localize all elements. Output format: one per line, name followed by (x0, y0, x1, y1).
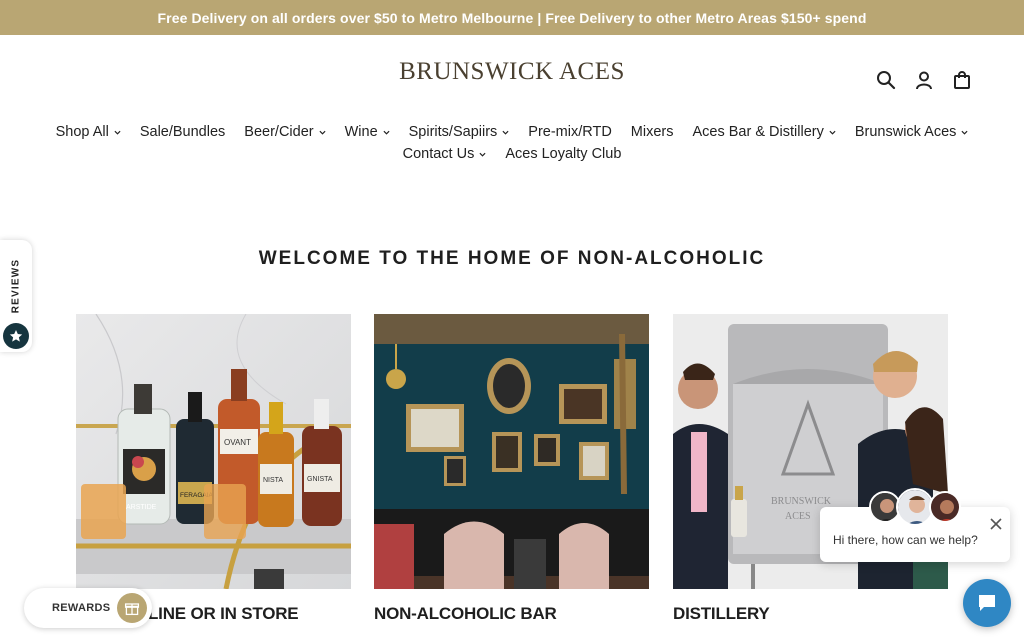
nav-premix[interactable]: Pre-mix/RTD (528, 124, 612, 140)
nav-label: Contact Us (402, 146, 475, 162)
nav-shop-all[interactable]: Shop All (56, 124, 121, 140)
nav-aces-bar[interactable]: Aces Bar & Distillery (693, 124, 836, 140)
gift-icon (117, 593, 147, 623)
chevron-down-icon (114, 130, 121, 135)
nav-contact-us[interactable]: Contact Us (403, 146, 487, 162)
nav-row-secondary: Contact Us Aces Loyalty Club (0, 143, 1024, 165)
bottle-label: ARSTIDE (126, 504, 157, 511)
bottle-label: NISTA (263, 477, 283, 484)
chevron-down-icon (479, 152, 486, 157)
search-icon[interactable] (874, 68, 898, 92)
svg-text:ACES: ACES (785, 511, 811, 522)
nav-label: Mixers (630, 124, 674, 140)
welcome-heading: WELCOME TO THE HOME OF NON-ALCOHOLIC (258, 248, 766, 269)
rewards-label: REWARDS (52, 602, 111, 614)
chevron-down-icon (319, 130, 326, 135)
nav-label: Aces Bar & Distillery (692, 124, 824, 140)
nav-label: Beer/Cider (244, 124, 314, 140)
nav-beer-cider[interactable]: Beer/Cider (244, 124, 326, 140)
card-title-online-store[interactable]: LINE OR IN STORE (148, 604, 299, 624)
card-title-distillery[interactable]: DISTILLERY (673, 604, 770, 624)
chevron-down-icon (383, 130, 390, 135)
star-icon (3, 323, 29, 349)
reviews-side-tab[interactable]: REVIEWS (0, 240, 32, 352)
account-icon[interactable] (912, 68, 936, 92)
header-icons (874, 68, 974, 92)
announcement-text: Free Delivery on all orders over $50 to … (157, 9, 867, 26)
nav-sale-bundles[interactable]: Sale/Bundles (140, 124, 225, 140)
nav-label: Sale/Bundles (139, 124, 226, 140)
nav-loyalty-club[interactable]: Aces Loyalty Club (505, 146, 621, 162)
close-icon[interactable] (988, 516, 1004, 532)
chevron-down-icon (502, 130, 509, 135)
rewards-button[interactable]: REWARDS (24, 588, 152, 628)
chat-launcher-button[interactable] (963, 579, 1011, 627)
nav-mixers[interactable]: Mixers (631, 124, 674, 140)
chat-icon (979, 595, 995, 611)
nav-label: Spirits/Sapiirs (408, 124, 498, 140)
nav-row-primary: Shop All Sale/Bundles Beer/Cider Wine Sp… (0, 121, 1024, 143)
bottle-label: GNISTA (307, 476, 333, 483)
brand-logo[interactable]: BRUNSWICK ACES (0, 58, 1024, 86)
card-image-online-store[interactable]: ARSTIDE FERAGAIA OVANT NISTA GNISTA (76, 314, 351, 589)
avatar (929, 491, 961, 523)
nav-label: Wine (344, 124, 378, 140)
svg-text:BRUNSWICK: BRUNSWICK (771, 496, 832, 507)
nav-label: Shop All (55, 124, 109, 140)
chevron-down-icon (829, 130, 836, 135)
card-image-non-alcoholic-bar[interactable] (374, 314, 649, 589)
chat-greeting-text: Hi there, how can we help? (833, 533, 978, 547)
main-navigation: Shop All Sale/Bundles Beer/Cider Wine Sp… (0, 121, 1024, 165)
cart-icon[interactable] (950, 68, 974, 92)
nav-brunswick-aces[interactable]: Brunswick Aces (855, 124, 969, 140)
bottle-label: OVANT (224, 438, 251, 447)
chat-agent-avatars (869, 488, 963, 528)
nav-wine[interactable]: Wine (345, 124, 390, 140)
reviews-tab-label: REVIEWS (10, 258, 22, 314)
card-title-non-alcoholic-bar[interactable]: NON-ALCOHOLIC BAR (374, 604, 557, 624)
nav-label: Aces Loyalty Club (505, 146, 622, 162)
announcement-bar: Free Delivery on all orders over $50 to … (0, 0, 1024, 35)
nav-label: Pre-mix/RTD (528, 124, 612, 140)
nav-spirits[interactable]: Spirits/Sapiirs (409, 124, 510, 140)
nav-label: Brunswick Aces (854, 124, 957, 140)
chevron-down-icon (961, 130, 968, 135)
